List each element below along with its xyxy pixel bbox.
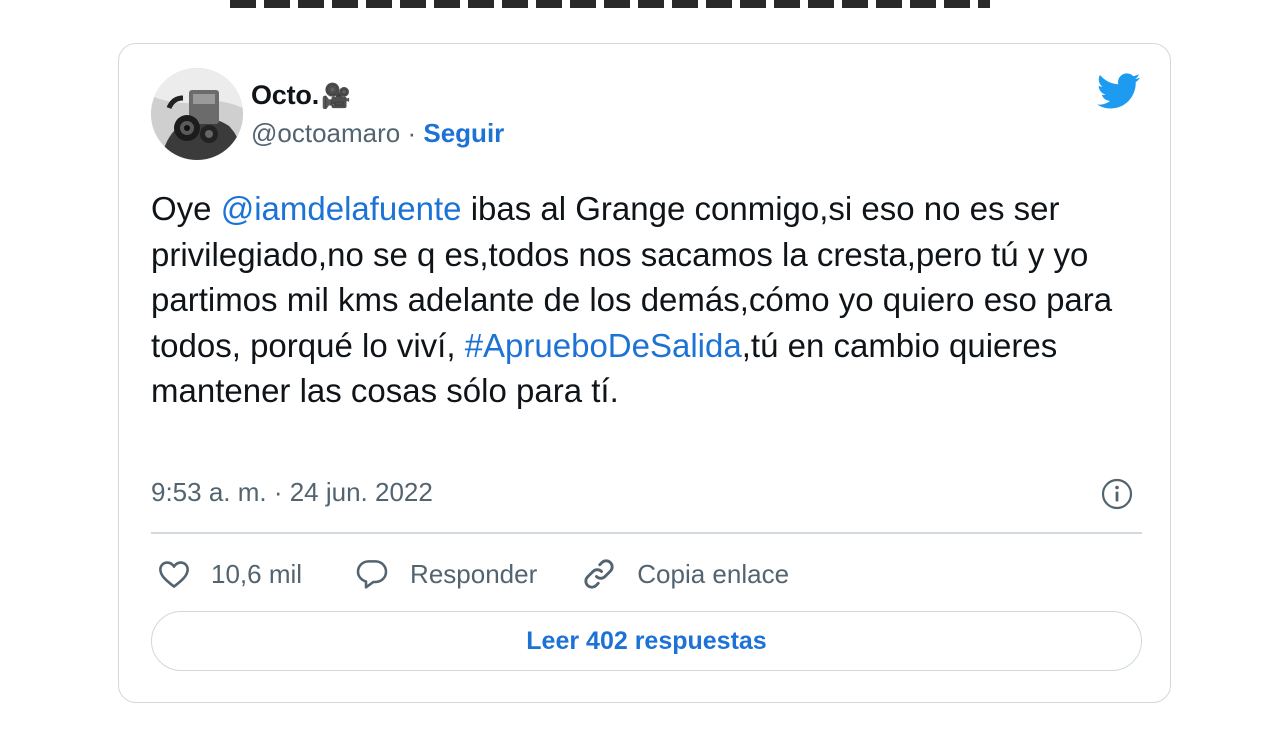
- display-name[interactable]: Octo.🎥: [251, 80, 351, 111]
- display-name-text: Octo.: [251, 80, 320, 110]
- reply-button[interactable]: Responder: [354, 558, 537, 590]
- divider: [151, 532, 1142, 534]
- reply-bubble-icon: [356, 560, 388, 589]
- movie-camera-emoji: 🎥: [321, 83, 351, 110]
- handle-row: @octoamaro · Seguir: [251, 118, 504, 149]
- read-replies-label: Leer 402 respuestas: [526, 626, 767, 655]
- copy-link-label: Copia enlace: [637, 558, 790, 589]
- info-icon[interactable]: [1101, 478, 1133, 510]
- mention-link[interactable]: @iamdelafuente: [221, 190, 462, 227]
- tweet-embed-card: Octo.🎥 @octoamaro · Seguir Oye @iamdelaf…: [118, 43, 1171, 703]
- tweet-timestamp[interactable]: 9:53 a. m. · 24 jun. 2022: [151, 477, 433, 508]
- like-button[interactable]: 10,6 mil: [157, 559, 302, 590]
- follow-button[interactable]: Seguir: [423, 118, 504, 148]
- cropped-text-above: [230, 0, 990, 8]
- separator-dot: ·: [407, 118, 417, 148]
- link-icon: [584, 559, 614, 589]
- copy-link-button[interactable]: Copia enlace: [581, 556, 789, 592]
- reply-label: Responder: [410, 558, 538, 589]
- avatar[interactable]: [151, 68, 243, 160]
- hashtag-link[interactable]: #AprueboDeSalida: [465, 327, 742, 364]
- heart-icon: [159, 561, 189, 588]
- action-bar: 10,6 mil Responder Copia enlace: [157, 556, 789, 592]
- read-replies-button[interactable]: Leer 402 respuestas: [151, 611, 1142, 671]
- twitter-logo-icon[interactable]: [1095, 72, 1141, 110]
- like-count: 10,6 mil: [211, 558, 303, 589]
- avatar-photo: [151, 68, 243, 160]
- handle[interactable]: @octoamaro: [251, 118, 400, 148]
- tweet-text: Oye @iamdelafuente ibas al Grange conmig…: [151, 186, 1141, 414]
- tweet-text-part-1: Oye: [151, 190, 221, 227]
